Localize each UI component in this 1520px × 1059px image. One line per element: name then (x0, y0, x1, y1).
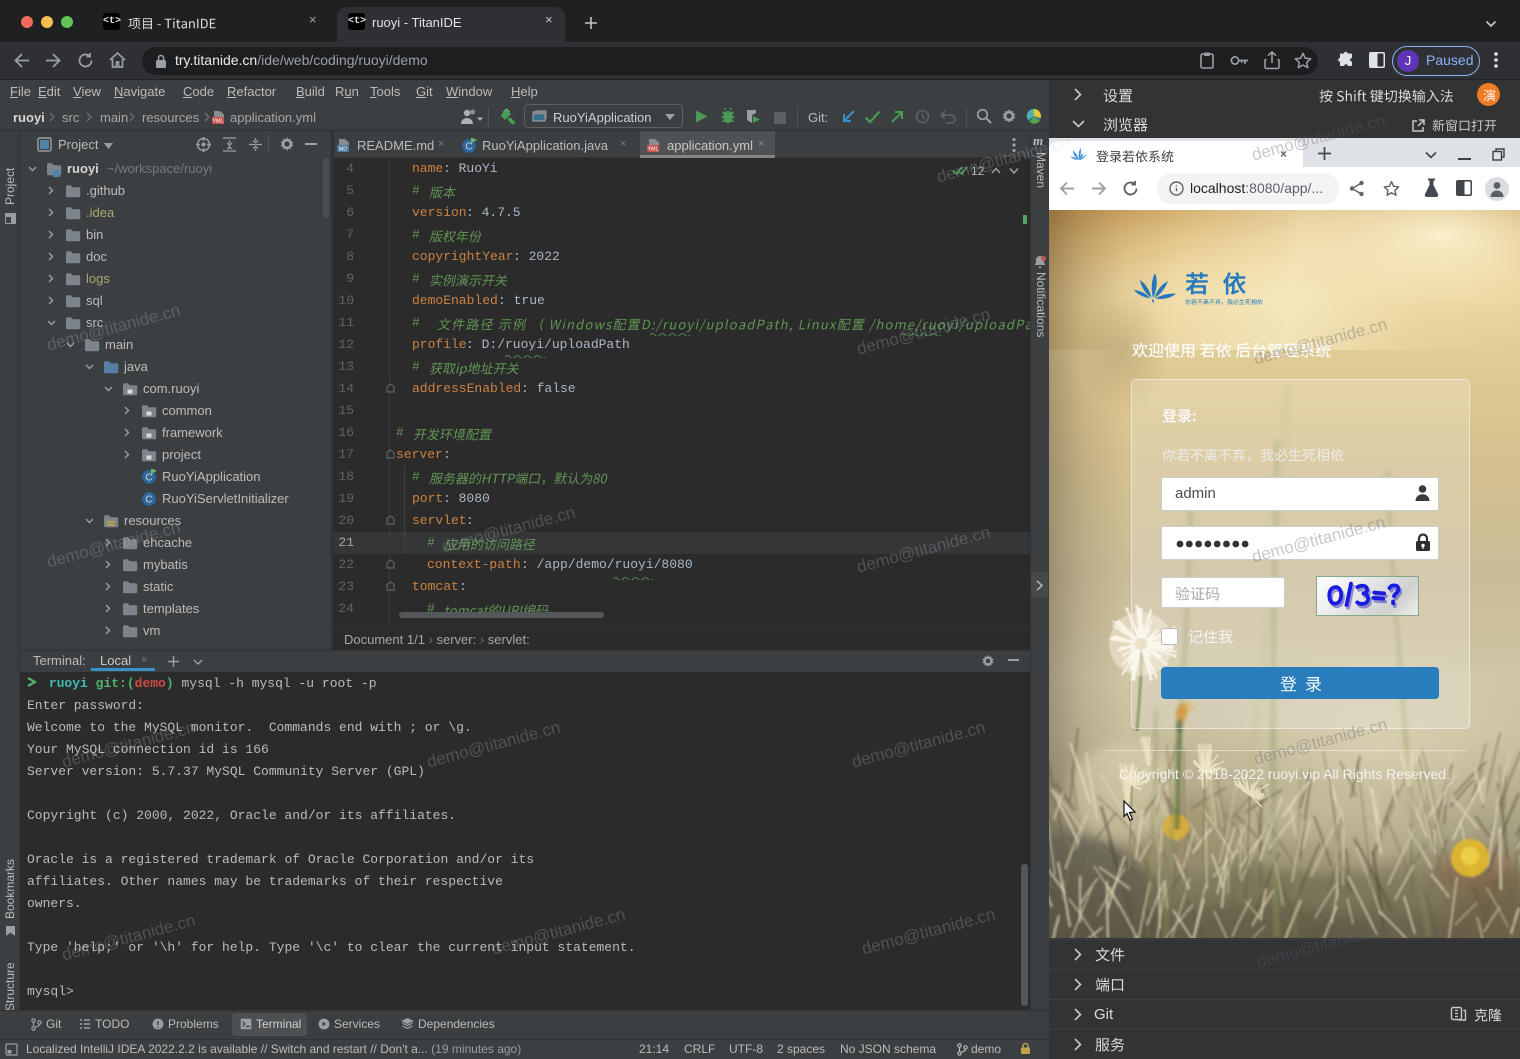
svg-text:C: C (145, 473, 152, 484)
svg-text:MD: MD (339, 147, 348, 153)
svg-text:YML: YML (647, 147, 658, 153)
svg-text:C: C (145, 495, 152, 506)
svg-text:C: C (465, 142, 472, 153)
svg-text:YML: YML (212, 119, 223, 125)
